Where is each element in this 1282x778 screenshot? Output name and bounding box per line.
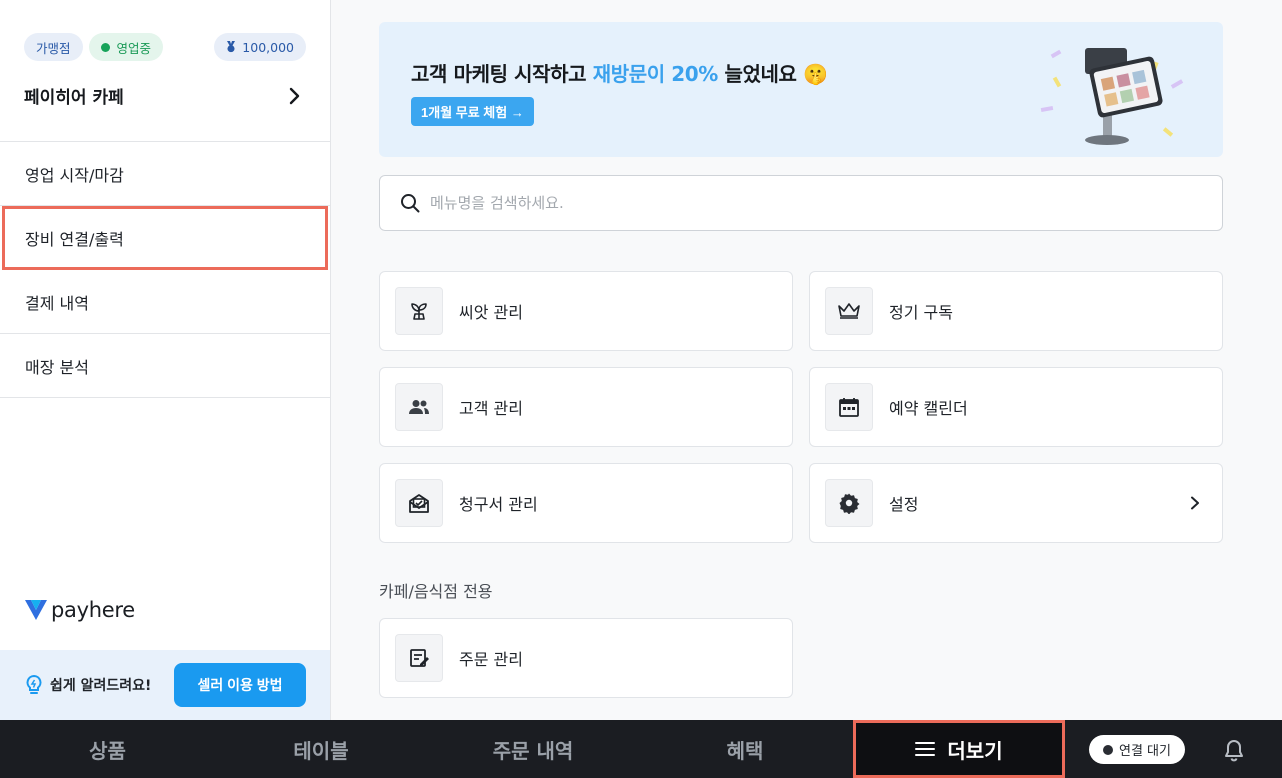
tab-more[interactable]: 더보기 — [853, 720, 1065, 778]
card-invoice-management[interactable]: 청구서 관리 — [379, 463, 793, 543]
logo-text: payhere — [51, 598, 135, 622]
edit-note-icon — [395, 634, 443, 682]
banner-title-part: 고객 마케팅 시작하고 — [411, 62, 593, 86]
sidebar: 가맹점 영업중 100,000 페이히어 카페 영업 시작/마감 장비 연결/출… — [0, 0, 331, 720]
help-banner: 쉽게 알려드려요! 셀러 이용 방법 — [0, 650, 330, 720]
pos-terminal-illustration — [1040, 48, 1184, 145]
promo-banner[interactable]: 고객 마케팅 시작하고 재방문이 20% 늘었네요 🤫 1개월 무료 체험 → — [379, 22, 1223, 157]
status-dot-icon — [1103, 744, 1113, 755]
card-seed-management[interactable]: 씨앗 관리 — [379, 271, 793, 351]
card-label: 설정 — [889, 495, 919, 514]
card-label: 씨앗 관리 — [459, 303, 523, 322]
tab-order-history[interactable]: 주문 내역 — [427, 720, 639, 778]
card-label: 예약 캘린더 — [889, 399, 968, 418]
crown-icon — [825, 287, 873, 335]
search-input[interactable] — [430, 194, 1130, 212]
payhere-logo: payhere — [25, 598, 135, 622]
card-label: 주문 관리 — [459, 650, 523, 669]
help-text: 쉽게 알려드려요! — [50, 678, 152, 694]
invoice-icon — [395, 479, 443, 527]
card-label: 정기 구독 — [889, 303, 953, 322]
badge-row: 가맹점 영업중 100,000 — [24, 33, 306, 61]
tab-more-label: 더보기 — [947, 738, 1003, 763]
chevron-right-icon — [1190, 496, 1200, 510]
people-icon — [395, 383, 443, 431]
card-customer-management[interactable]: 고객 관리 — [379, 367, 793, 447]
card-subscription[interactable]: 정기 구독 — [809, 271, 1223, 351]
banner-title-part-end: 늘었네요 🤫 — [717, 62, 828, 86]
search-icon — [401, 194, 420, 213]
store-header: 가맹점 영업중 100,000 페이히어 카페 — [0, 0, 330, 142]
sprout-icon — [395, 287, 443, 335]
chevron-right-icon — [284, 85, 306, 107]
menu-item-device-connection[interactable]: 장비 연결/출력 — [2, 206, 328, 270]
gear-icon — [825, 479, 873, 527]
store-selector[interactable]: 페이히어 카페 — [24, 83, 306, 108]
bottom-tab-bar: 상품 테이블 주문 내역 혜택 더보기 연결 대기 — [0, 720, 1282, 778]
points-badge[interactable]: 100,000 — [214, 33, 306, 61]
card-reservation-calendar[interactable]: 예약 캘린더 — [809, 367, 1223, 447]
franchise-badge: 가맹점 — [24, 33, 83, 61]
tab-products[interactable]: 상품 — [0, 720, 215, 778]
free-trial-button[interactable]: 1개월 무료 체험 → — [411, 97, 534, 126]
menu-item-business-open-close[interactable]: 영업 시작/마감 — [0, 142, 330, 206]
menu-item-payment-history[interactable]: 결제 내역 — [0, 270, 330, 334]
connection-status-pill[interactable]: 연결 대기 — [1089, 735, 1185, 764]
card-settings[interactable]: 설정 — [809, 463, 1223, 543]
section-title-cafe-restaurant: 카페/음식점 전용 — [379, 582, 493, 601]
calendar-icon — [825, 383, 873, 431]
payhere-mark-icon — [25, 600, 47, 620]
card-order-management[interactable]: 주문 관리 — [379, 618, 793, 698]
status-dot-icon — [100, 42, 110, 52]
medal-icon — [227, 41, 236, 53]
store-name: 페이히어 카페 — [24, 88, 124, 108]
bell-icon[interactable] — [1220, 736, 1248, 764]
banner-title: 고객 마케팅 시작하고 재방문이 20% 늘었네요 🤫 — [411, 58, 828, 87]
status-badge: 영업중 — [88, 33, 164, 61]
seller-guide-button[interactable]: 셀러 이용 방법 — [174, 663, 306, 707]
hamburger-menu-icon — [915, 742, 936, 756]
tab-tables[interactable]: 테이블 — [215, 720, 427, 778]
main-content: 고객 마케팅 시작하고 재방문이 20% 늘었네요 🤫 1개월 무료 체험 → — [331, 0, 1282, 720]
lightbulb-icon — [26, 674, 42, 694]
card-label: 청구서 관리 — [459, 495, 538, 514]
points-value: 100,000 — [242, 39, 294, 55]
menu-item-store-analytics[interactable]: 매장 분석 — [0, 334, 330, 398]
banner-title-highlight: 재방문이 20% — [592, 62, 719, 86]
card-label: 고객 관리 — [459, 399, 523, 418]
tab-benefits[interactable]: 혜택 — [639, 720, 851, 778]
status-badge-label: 영업중 — [116, 40, 152, 56]
menu-search-box[interactable] — [379, 175, 1223, 231]
connection-status-label: 연결 대기 — [1119, 744, 1171, 759]
